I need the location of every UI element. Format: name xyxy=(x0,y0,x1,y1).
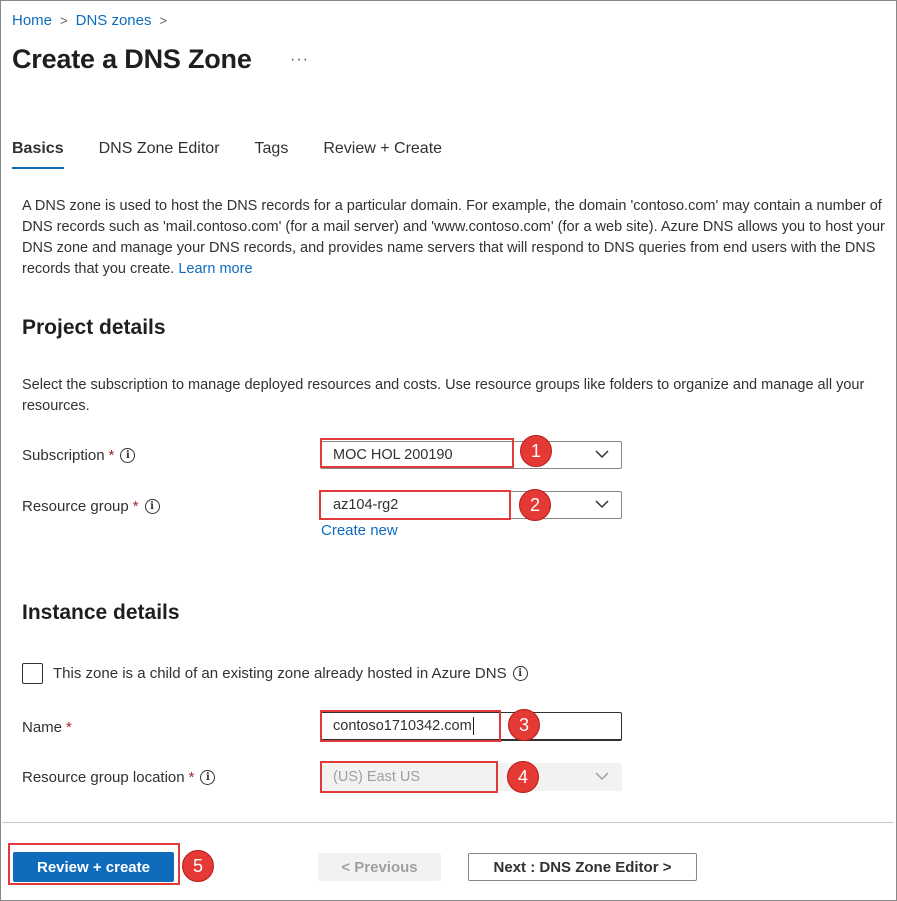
breadcrumb-home-link[interactable]: Home xyxy=(12,12,52,29)
chevron-right-icon: > xyxy=(159,13,168,28)
learn-more-link[interactable]: Learn more xyxy=(178,261,252,277)
required-marker: * xyxy=(188,769,195,786)
footer-divider xyxy=(2,822,894,823)
highlight-box-1 xyxy=(320,438,514,468)
subscription-label-text: Subscription xyxy=(22,447,105,464)
project-details-heading: Project details xyxy=(22,316,166,339)
tab-tags[interactable]: Tags xyxy=(255,140,289,169)
info-icon[interactable]: i xyxy=(120,448,136,463)
project-details-text: Select the subscription to manage deploy… xyxy=(22,377,865,414)
annotation-badge-5: 5 xyxy=(182,850,214,882)
page-title: Create a DNS Zone xyxy=(12,44,252,74)
breadcrumb: Home > DNS zones > xyxy=(12,12,167,29)
tab-dns-zone-editor[interactable]: DNS Zone Editor xyxy=(99,140,220,169)
highlight-box-5 xyxy=(8,843,180,885)
annotation-badge-1: 1 xyxy=(520,435,552,467)
location-label: Resource group location * i xyxy=(22,769,216,786)
resource-group-label-text: Resource group xyxy=(22,498,129,515)
highlight-box-3 xyxy=(320,710,501,742)
chevron-down-icon xyxy=(595,500,609,509)
name-label: Name * xyxy=(22,719,72,736)
tab-review-create[interactable]: Review + Create xyxy=(323,140,442,169)
create-new-link[interactable]: Create new xyxy=(321,522,398,539)
highlight-box-4 xyxy=(320,761,498,793)
child-zone-label: This zone is a child of an existing zone… xyxy=(53,665,528,682)
annotation-badge-3: 3 xyxy=(508,709,540,741)
required-marker: * xyxy=(108,447,115,464)
description: A DNS zone is used to host the DNS recor… xyxy=(22,196,892,280)
required-marker: * xyxy=(66,719,72,736)
required-marker: * xyxy=(132,498,139,515)
info-icon[interactable]: i xyxy=(512,666,528,681)
chevron-down-icon xyxy=(595,772,609,781)
annotation-badge-4: 4 xyxy=(507,761,539,793)
info-icon[interactable]: i xyxy=(200,770,216,785)
next-button[interactable]: Next : DNS Zone Editor > xyxy=(468,853,697,881)
child-zone-checkbox[interactable] xyxy=(22,663,43,684)
breadcrumb-dns-zones-link[interactable]: DNS zones xyxy=(76,12,152,29)
more-options-icon[interactable]: ··· xyxy=(290,51,309,69)
annotation-badge-2: 2 xyxy=(519,489,551,521)
child-zone-label-text: This zone is a child of an existing zone… xyxy=(53,665,507,682)
description-text: A DNS zone is used to host the DNS recor… xyxy=(22,198,885,277)
previous-button: < Previous xyxy=(318,853,441,881)
resource-group-label: Resource group * i xyxy=(22,498,160,515)
chevron-right-icon: > xyxy=(60,13,68,28)
info-icon[interactable]: i xyxy=(144,499,160,514)
chevron-down-icon xyxy=(595,450,609,459)
tab-bar: Basics DNS Zone Editor Tags Review + Cre… xyxy=(12,140,477,169)
instance-details-heading: Instance details xyxy=(22,601,180,624)
subscription-label: Subscription * i xyxy=(22,447,136,464)
tab-basics[interactable]: Basics xyxy=(12,140,64,169)
highlight-box-2 xyxy=(319,490,511,520)
location-label-text: Resource group location xyxy=(22,769,185,786)
name-label-text: Name xyxy=(22,719,63,736)
